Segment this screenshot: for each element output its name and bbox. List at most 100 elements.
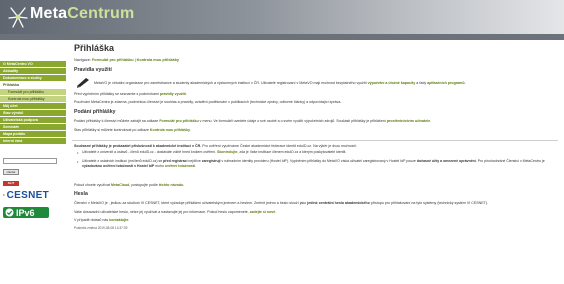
bullet2-bold4: vyžadováno ověření totožnosti v Hostel I…	[82, 164, 155, 168]
page: Meta Centrum O MetaCentru VO Aktuality Do…	[0, 0, 564, 284]
pw-p1-bold: jediné	[307, 201, 318, 205]
notice-intro-rest: Pro ověření využíváme České akademické f…	[201, 144, 357, 148]
pw-p2-text: Vaše dosavadní uživatelské heslo, nelze …	[74, 210, 250, 214]
rules-p1-text: MetaVO je virtuální organizace pro zaměs…	[94, 81, 368, 85]
bullet2-text-e: mohu	[154, 164, 165, 168]
breadcrumb-link-check[interactable]: Kontrola mou přihlášky	[137, 58, 179, 62]
bullet2-text-c: v náhradním identity provideru (Hostel I…	[220, 159, 417, 163]
link-contact[interactable]: kontaktujte	[109, 218, 128, 222]
sub-p1-text-c: .	[430, 119, 432, 123]
sidebar-item-application[interactable]: Přihláška	[0, 82, 66, 89]
heading-passwords: Hesla	[74, 191, 88, 197]
notice-bullet-1: Uživatelé z univerzit a ústavů - členů e…	[82, 150, 552, 155]
search-input[interactable]	[3, 158, 57, 164]
sidebar-item-application-check[interactable]: Kontrola mou přihlášky	[0, 96, 66, 103]
breadcrumb-link-form[interactable]: Formulář pro přihlášku	[92, 58, 134, 62]
breadcrumb-separator: |	[134, 58, 136, 62]
site-header: Meta Centrum	[0, 0, 564, 34]
metacloud-paragraph: Pokud chcete využívat MetaCloud, postupu…	[74, 183, 552, 188]
logo-centrum: Centrum	[67, 5, 135, 22]
bullet2-text-f: .	[195, 164, 196, 168]
link-application-check[interactable]: Kontrola mou přihlášky	[150, 128, 190, 132]
rules-paragraph-2: Před vyplněním přihlášky se seznamte s p…	[74, 92, 552, 97]
heading-rules: Pravidla využití	[74, 67, 112, 73]
passwords-paragraph-3: V případě dotazů nás kontaktujte.	[74, 218, 552, 223]
cesnet-logo[interactable]: CESNET	[3, 189, 49, 201]
bullet2-bold3: dočasné účty a omezené oprávnění	[416, 159, 476, 163]
page-title: Přihláška	[74, 43, 115, 53]
notice-intro: Současné přihlášky je prokazatel přisluš…	[74, 144, 552, 149]
section-divider	[72, 140, 558, 141]
sidebar-item-internal[interactable]: Interní část	[0, 138, 66, 145]
bullet2-bold1: před registrací	[163, 159, 188, 163]
main-content: Přihláška Navigace: Formulář pro přihláš…	[72, 40, 558, 284]
sidebar-item-about[interactable]: O MetaCentru VO	[0, 61, 66, 68]
ipv6-logo-text: IPv6	[16, 207, 35, 218]
search-button[interactable]: Hledat	[3, 169, 19, 175]
sidebar: O MetaCentru VO Aktuality Dokumentace a …	[0, 40, 66, 284]
site-logo-text[interactable]: Meta Centrum	[30, 5, 134, 23]
notice-intro-bold: Současné přihlášky je prokazatel přisluš…	[74, 144, 202, 148]
sub-p2-text-b: .	[190, 128, 192, 132]
cesnet-logo-text: CESNET	[6, 189, 49, 201]
logo-meta: Meta	[30, 5, 68, 22]
sidebar-item-seminars[interactable]: Semináře	[0, 124, 66, 131]
passwords-paragraph-1: Členství v MetaVO je , jedkou za studium…	[74, 201, 552, 206]
bullet-dot-2: •	[77, 159, 79, 164]
pw-p1-text-c: přístupu pro přihlašování na tyto systém…	[369, 201, 489, 205]
pen-icon	[77, 78, 89, 88]
rules-paragraph-1: MetaVO je virtuální organizace pro zaměs…	[94, 81, 554, 86]
rules-p2-text-b: .	[185, 92, 187, 96]
bullet2-text-d: . Pro plnohodnotné Členství v MetaCentru…	[475, 159, 545, 163]
bullet2-text-b: nejdříve	[187, 159, 202, 163]
link-reset-password[interactable]: zadejte si nové	[250, 210, 276, 214]
pw-p1-bold2: centrální heslo akademického	[318, 201, 370, 205]
link-usage-rules[interactable]: pravidly využití	[160, 92, 186, 96]
ipv6-logo[interactable]: IPv6	[3, 207, 49, 218]
pw-p3-text-b: .	[128, 218, 130, 222]
notice-bullet-2: Uživatelé z ostatních institucí (nečlenů…	[82, 159, 552, 169]
sidebar-item-support[interactable]: Uživatelská podpora	[0, 117, 66, 124]
link-check-edu[interactable]: Skontrolujte	[217, 150, 237, 154]
passwords-paragraph-2: Vaše dosavadní uživatelské heslo, nelze …	[74, 210, 552, 215]
sidebar-item-news[interactable]: Aktuality	[0, 68, 66, 75]
sidebar-item-status[interactable]: Stav výroků	[0, 110, 66, 117]
last-modified: Poslední změna 2019-08-08 14:37:39	[74, 226, 128, 230]
rules-p1-text-c: .	[464, 81, 466, 85]
cesnet-mark-icon	[3, 194, 5, 196]
link-app-programs[interactable]: aplikačních programů	[427, 81, 464, 85]
bullet1-text: Uživatelé z univerzit a ústavů - členů e…	[82, 150, 218, 154]
breadcrumb: Navigace: Formulář pro přihlášku | Kontr…	[74, 58, 179, 62]
sidebar-item-sitemap[interactable]: Mapa portálu	[0, 131, 66, 138]
link-compute-capacity[interactable]: výpočetní a úložné kapacity	[368, 81, 416, 85]
sub-p1-text-b: v menu. Ve formuláři uvedete údaje o své…	[198, 119, 387, 123]
rules-p2-text: Před vyplněním přihlášky se seznamte s p…	[74, 92, 160, 96]
link-user-login[interactable]: prostřednictvím uživatele	[387, 119, 430, 123]
breadcrumb-prefix: Navigace:	[74, 58, 91, 62]
submission-paragraph-1: Podání přihlášky k členství můžete zaháj…	[74, 119, 552, 124]
rules-paragraph-3: Používání MetaCentra je zdarma, podmínko…	[74, 100, 342, 104]
metacloud-text-c: .	[183, 183, 185, 187]
metacloud-text: Pokud chcete využívat	[74, 183, 111, 187]
link-metacloud[interactable]: MetaCloud	[111, 183, 129, 187]
slit-badge[interactable]: SLIT	[3, 181, 19, 186]
bullet2-bold2: zaregistrují	[201, 159, 221, 163]
sub-p1-text: Podání přihlášky k členství můžete zaháj…	[74, 119, 160, 123]
pw-p1-text: Členství v MetaVO je , jedkou za studium…	[74, 201, 308, 205]
pw-p3-text: V případě dotazů nás	[74, 218, 110, 222]
bullet-dot-1: •	[77, 150, 79, 155]
rules-p1-text-b: a řady	[415, 81, 428, 85]
sub-p2-text: Stav přihlášky si můžete kontrolovat po …	[74, 128, 150, 132]
heading-submission: Podání přihlášky	[74, 109, 116, 115]
link-identity-verification[interactable]: ověření totožnosti	[165, 164, 195, 168]
bullet2-text: Uživatelé z ostatních institucí (nečlenů…	[82, 159, 164, 163]
pw-p2-text-b: .	[275, 210, 277, 214]
check-icon	[5, 208, 14, 217]
link-metacloud-guide[interactable]: těchto návodu	[159, 183, 184, 187]
sidebar-item-docs[interactable]: Dokumentace a služby	[0, 75, 66, 82]
link-application-form[interactable]: Formulář pro přihlášku	[159, 119, 198, 123]
sidebar-item-application-form[interactable]: Formulář pro přihlášku	[0, 89, 66, 96]
metacentrum-logo-icon[interactable]	[7, 5, 29, 29]
bullet1-text-b: , zda je Vaše instituce členem eduID.cz …	[237, 150, 347, 154]
sidebar-item-account[interactable]: Můj účet	[0, 103, 66, 110]
